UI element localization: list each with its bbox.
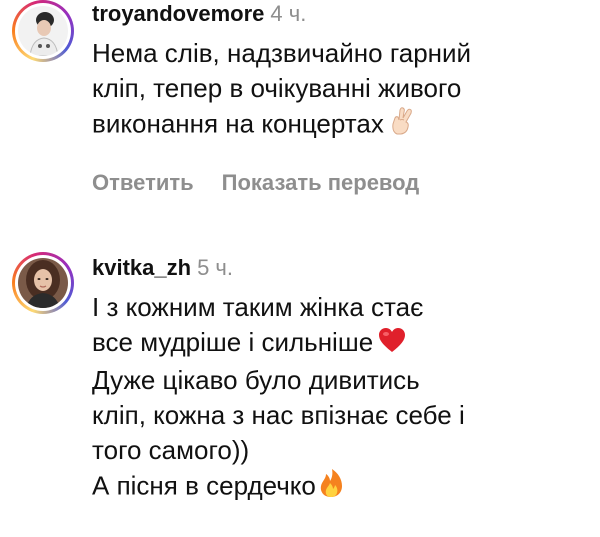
comment-line: І з кожним таким жінка стає — [92, 292, 424, 322]
comment-line: А пісня в сердечко — [92, 470, 316, 500]
avatar[interactable] — [12, 0, 74, 62]
avatar-photo — [18, 258, 68, 308]
comment-actions: Ответить Показать перевод — [92, 170, 419, 196]
avatar[interactable] — [12, 252, 74, 314]
fire-icon — [318, 468, 344, 507]
comment-line: все мудріше і сильніше — [92, 327, 374, 357]
comment-line: виконання на концертах — [92, 108, 384, 139]
comment-line: Дуже цікаво було дивитись — [92, 364, 420, 395]
comment-text: І з кожним таким жінка стає все мудріше … — [92, 290, 580, 507]
translate-button[interactable]: Показать перевод — [222, 170, 420, 195]
username[interactable]: troyandovemore — [92, 1, 264, 26]
comment-line: кліп, тепер в очікуванні живого — [92, 73, 462, 103]
avatar-photo — [18, 6, 68, 56]
comment-header: troyandovemore 4 ч. — [92, 0, 580, 30]
crossed-fingers-icon — [388, 106, 416, 145]
reply-button[interactable]: Ответить — [92, 170, 194, 195]
comment-header: kvitka_zh 5 ч. — [92, 254, 580, 284]
comment-line: того самого)) — [92, 434, 250, 465]
comment-line: Нема слів, надзвичайно гарний — [92, 38, 472, 68]
comment-time: 5 ч. — [197, 255, 233, 280]
username[interactable]: kvitka_zh — [92, 255, 191, 280]
heart-icon — [377, 326, 407, 363]
comment-time: 4 ч. — [270, 1, 307, 26]
comment-text: Нема слів, надзвичайно гарний кліп, тепе… — [92, 36, 580, 145]
comment-line: кліп, кожна з нас впізнає себе і — [92, 399, 465, 430]
